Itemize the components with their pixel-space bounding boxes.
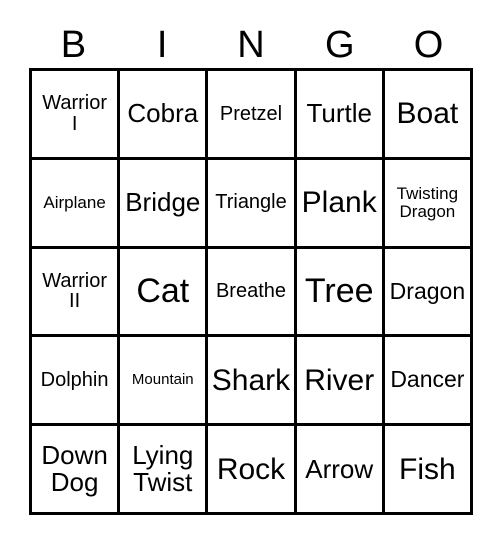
bingo-cell-i5[interactable]: Lying Twist [120,426,209,515]
bingo-cell-n1[interactable]: Pretzel [208,71,297,160]
bingo-cell-label: Warrior I [42,92,107,135]
bingo-cell-o1[interactable]: Boat [384,71,473,160]
bingo-cell-label: Tree [304,271,374,310]
bingo-cell-label: Arrow [305,453,374,484]
bingo-cell-label: Plank [301,186,377,220]
bingo-cell-label: Lying Twist [132,440,194,498]
bingo-cell-i2[interactable]: Bridge [120,159,209,249]
bingo-cell-label: Dragon [389,277,466,304]
bingo-cell-n3[interactable]: Breathe [208,248,297,338]
bingo-cell-label: Dancer [390,366,465,393]
bingo-cell-g1[interactable]: Turtle [296,71,385,160]
bingo-cell-o4[interactable]: Dancer [384,337,473,427]
bingo-cell-label: Mountain [131,371,194,389]
bingo-cell-label: Warrior II [42,269,107,313]
bingo-cell-n5[interactable]: Rock [208,426,297,515]
bingo-cell-label: Dolphin [40,368,109,391]
bingo-cell-label: Triangle [215,191,287,214]
bingo-header-letter-i: I [156,24,168,66]
bingo-cell-label: Down Dog [41,440,108,498]
bingo-cell-i3[interactable]: Cat [120,248,209,338]
bingo-cell-o3[interactable]: Dragon [384,248,473,338]
bingo-cell-label: Cobra [127,98,199,129]
bingo-cell-g3[interactable]: Tree [296,248,385,338]
bingo-cell-b4[interactable]: Dolphin [32,337,121,427]
bingo-cell-g5[interactable]: Arrow [296,426,385,515]
bingo-card: B I N G O Warrior I Cobra Pretzel Turtle… [0,0,501,544]
bingo-cell-b1[interactable]: Warrior I [32,71,121,160]
bingo-grid: Warrior I Cobra Pretzel Turtle Boat Airp… [29,68,473,515]
bingo-header-letter-o: O [413,24,444,66]
bingo-cell-label: River [304,363,375,397]
bingo-cell-o5[interactable]: Fish [384,426,473,515]
bingo-cell-i4[interactable]: Mountain [120,337,209,427]
bingo-cell-label: Twisting Dragon [396,184,459,221]
bingo-cell-label: Fish [399,452,456,486]
bingo-header-letter-g: G [325,24,355,66]
bingo-cell-label: Pretzel [219,102,283,125]
bingo-cell-g4[interactable]: River [296,337,385,427]
bingo-cell-i1[interactable]: Cobra [120,71,209,160]
bingo-cell-label: Shark [211,363,291,397]
bingo-cell-label: Airplane [43,192,106,212]
bingo-header-letter-b: B [60,24,87,66]
bingo-cell-label: Boat [396,97,459,131]
bingo-cell-label: Rock [216,452,286,486]
bingo-cell-o2[interactable]: Twisting Dragon [384,159,473,249]
bingo-header: B I N G O [29,22,473,68]
bingo-cell-g2[interactable]: Plank [296,159,385,249]
bingo-cell-label: Breathe [215,280,287,303]
bingo-cell-b2[interactable]: Airplane [32,159,121,249]
bingo-cell-label: Bridge [125,187,201,218]
bingo-cell-n4[interactable]: Shark [208,337,297,427]
bingo-header-letter-n: N [237,24,265,66]
bingo-cell-n2[interactable]: Triangle [208,159,297,249]
bingo-cell-b5[interactable]: Down Dog [32,426,121,515]
bingo-cell-label: Turtle [306,98,372,129]
bingo-cell-b3[interactable]: Warrior II [32,248,121,338]
bingo-cell-label: Cat [136,271,190,310]
